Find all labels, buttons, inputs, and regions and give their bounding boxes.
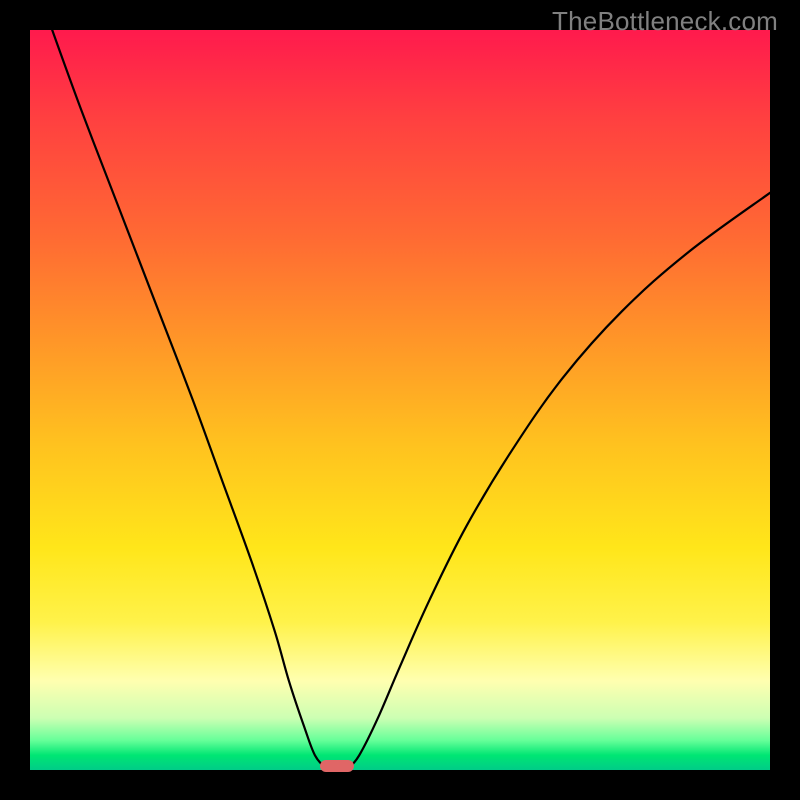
- chart-frame: TheBottleneck.com: [0, 0, 800, 800]
- bottleneck-curve: [30, 30, 770, 770]
- chart-plot-area: [30, 30, 770, 770]
- curve-left-branch: [52, 30, 326, 769]
- watermark-text: TheBottleneck.com: [552, 6, 778, 37]
- optimum-marker: [320, 760, 354, 772]
- curve-right-branch: [348, 193, 770, 769]
